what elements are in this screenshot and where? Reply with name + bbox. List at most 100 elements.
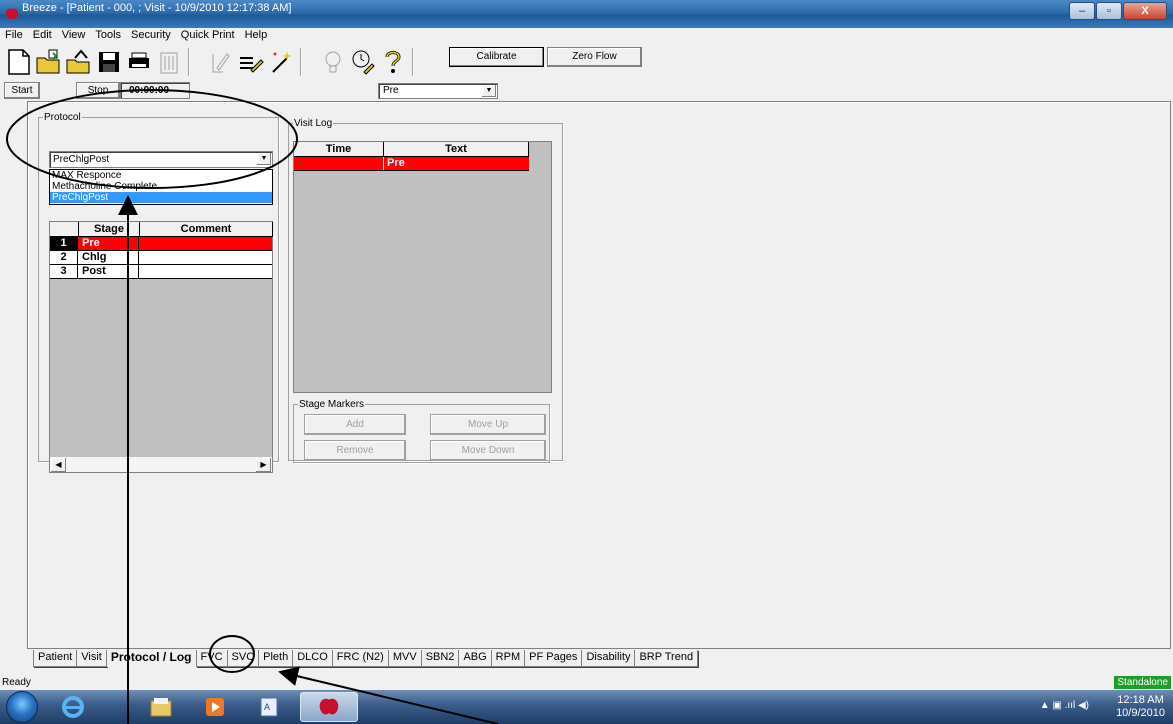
document-viewer-icon[interactable]: A — [240, 692, 298, 722]
protocol-group: Protocol PreChlgPost ▼ MAX Responce Meth… — [38, 112, 279, 473]
protocol-option[interactable]: Methacholine Complete — [50, 181, 272, 192]
scroll-left-icon[interactable]: ◀ — [51, 458, 66, 472]
new-document-icon[interactable] — [4, 47, 34, 77]
lightbulb-icon[interactable] — [318, 47, 348, 77]
stage-markers-group: Stage Markers Add Move Up Remove Move Do… — [293, 399, 550, 463]
grid-corner — [50, 222, 79, 237]
system-tray-icons[interactable]: ▲ ▣ .ııl ◀) — [1040, 700, 1089, 711]
window-title: Breeze - [Patient - 000, ; Visit - 10/9/… — [22, 2, 292, 14]
zero-flow-button[interactable]: Zero Flow — [547, 47, 642, 67]
row-stage: Pre — [79, 237, 139, 250]
breeze-taskbar-icon[interactable] — [300, 692, 358, 722]
protocol-selected: PreChlgPost — [53, 154, 110, 165]
timer-display: 00:00:00 — [120, 82, 190, 99]
text-header: Text — [384, 142, 529, 157]
start-button[interactable] — [6, 691, 38, 723]
notes-icon[interactable] — [236, 47, 266, 77]
tab-protocol-log[interactable]: Protocol / Log — [105, 650, 197, 667]
internet-explorer-icon[interactable] — [44, 692, 102, 722]
menu-quick-print[interactable]: Quick Print — [176, 28, 240, 42]
tab-svc[interactable]: SVC — [226, 650, 260, 667]
horizontal-scrollbar[interactable]: ◀ ▶ — [50, 456, 272, 472]
tab-abg[interactable]: ABG — [458, 650, 492, 667]
tab-dlco[interactable]: DLCO — [292, 650, 333, 667]
tab-disability[interactable]: Disability — [581, 650, 636, 667]
toolbar: Calibrate Zero Flow — [0, 44, 1173, 82]
close-button[interactable]: X — [1123, 2, 1167, 20]
menu-edit[interactable]: Edit — [28, 28, 57, 42]
tab-mvv[interactable]: MVV — [387, 650, 422, 667]
stage-grid: Stage Comment 1 Pre 2 Chlg 3 Post ◀ ▶ — [49, 221, 273, 473]
protocol-option[interactable]: MAX Responce — [50, 170, 272, 181]
table-row[interactable]: 1 Pre — [50, 237, 272, 251]
time-header: Time — [294, 142, 384, 157]
tab-strip: Patient Visit Protocol / Log FVC SVC Ple… — [33, 650, 699, 668]
tab-pleth[interactable]: Pleth — [258, 650, 294, 667]
add-marker-button[interactable]: Add — [304, 414, 406, 435]
magic-wand-icon[interactable] — [266, 47, 296, 77]
table-row[interactable]: 3 Post — [50, 265, 272, 279]
tab-patient[interactable]: Patient — [33, 650, 78, 667]
row-stage: Post — [79, 265, 139, 278]
stage-markers-legend: Stage Markers — [299, 399, 365, 410]
open-folder-icon[interactable] — [34, 47, 64, 77]
tab-brp-trend[interactable]: BRP Trend — [634, 650, 699, 667]
row-number: 1 — [50, 237, 78, 250]
menu-tools[interactable]: Tools — [90, 28, 126, 42]
protocol-dropdown-list: MAX Responce Methacholine Complete PreCh… — [49, 169, 273, 205]
menu-file[interactable]: File — [0, 28, 28, 42]
clock-pencil-icon[interactable] — [348, 47, 378, 77]
menu-bar: File Edit View Tools Security Quick Prin… — [0, 28, 1173, 42]
stage-dropdown[interactable]: Pre ▼ — [378, 83, 498, 99]
chevron-down-icon[interactable]: ▼ — [482, 85, 496, 97]
calibrate-button[interactable]: Calibrate — [449, 47, 544, 67]
clock-date: 10/9/2010 — [1116, 707, 1165, 719]
chevron-down-icon[interactable]: ▼ — [257, 153, 271, 165]
status-text: Ready — [2, 677, 31, 688]
clock-time: 12:18 AM — [1117, 694, 1164, 706]
help-question-icon[interactable] — [378, 47, 408, 77]
protocol-option-selected[interactable]: PreChlgPost — [50, 192, 272, 203]
move-up-button[interactable]: Move Up — [430, 414, 546, 435]
tab-sbn2[interactable]: SBN2 — [420, 650, 460, 667]
visit-log-legend: Visit Log — [294, 118, 333, 129]
maximize-button[interactable]: ▫ — [1096, 2, 1122, 20]
trash-icon[interactable] — [154, 47, 184, 77]
clock[interactable]: 12:18 AM 10/9/2010 — [1116, 694, 1165, 720]
control-row: Start Stop 00:00:00 Pre ▼ — [0, 82, 1173, 100]
protocol-combo[interactable]: PreChlgPost ▼ — [49, 151, 273, 168]
windows-taskbar: A ▲ ▣ .ııl ◀) 12:18 AM 10/9/2010 — [0, 690, 1173, 724]
visit-log-grid: Time Text Pre — [293, 141, 552, 393]
start-button[interactable]: Start — [4, 82, 40, 99]
standalone-badge: Standalone — [1114, 676, 1171, 689]
media-player-icon[interactable] — [186, 692, 244, 722]
tab-frc-n2[interactable]: FRC (N2) — [331, 650, 389, 667]
toolbar-separator — [412, 48, 414, 76]
tab-pf-pages[interactable]: PF Pages — [524, 650, 583, 667]
tab-rpm[interactable]: RPM — [490, 650, 526, 667]
tab-fvc[interactable]: FVC — [195, 650, 228, 667]
comment-header: Comment — [140, 222, 273, 237]
scroll-right-icon[interactable]: ▶ — [256, 458, 271, 472]
print-icon[interactable] — [124, 47, 154, 77]
row-number: 3 — [50, 265, 78, 278]
save-disk-icon[interactable] — [94, 47, 124, 77]
toolbar-separator — [188, 48, 190, 76]
edit-pencil-icon[interactable] — [206, 47, 236, 77]
table-row[interactable]: Pre — [294, 157, 529, 171]
file-explorer-icon[interactable] — [132, 692, 190, 722]
stop-button[interactable]: Stop — [76, 82, 120, 99]
menu-help[interactable]: Help — [240, 28, 273, 42]
table-row[interactable]: 2 Chlg — [50, 251, 272, 265]
menu-security[interactable]: Security — [126, 28, 176, 42]
status-bar: Ready Standalone — [0, 676, 1173, 690]
remove-marker-button[interactable]: Remove — [304, 440, 406, 461]
visit-log-group: Visit Log Time Text Pre Stage Markers Ad… — [288, 118, 563, 463]
menu-view[interactable]: View — [57, 28, 91, 42]
minimize-button[interactable]: – — [1069, 2, 1095, 20]
row-text: Pre — [387, 157, 405, 169]
folder-export-icon[interactable] — [64, 47, 94, 77]
tab-visit[interactable]: Visit — [76, 650, 107, 667]
breeze-app-icon — [5, 8, 19, 19]
move-down-button[interactable]: Move Down — [430, 440, 546, 461]
